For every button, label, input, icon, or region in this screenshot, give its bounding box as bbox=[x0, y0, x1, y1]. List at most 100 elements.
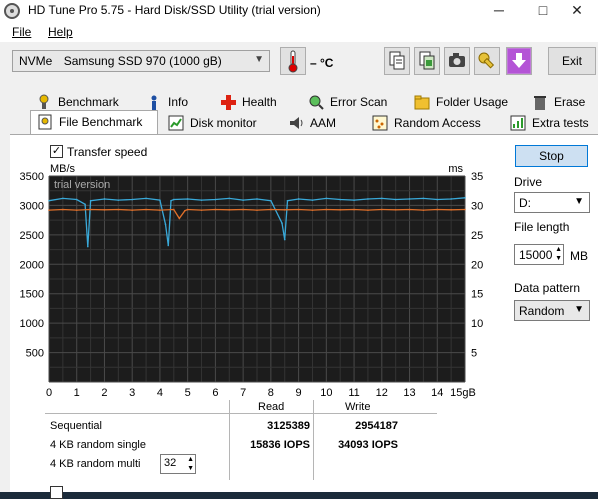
series-data-point bbox=[48, 199, 50, 202]
series-data-point bbox=[256, 198, 258, 200]
file-benchmark-icon bbox=[38, 114, 52, 130]
bottom-option-checkbox[interactable] bbox=[50, 486, 63, 499]
series-data-point bbox=[200, 209, 203, 211]
series-data-point bbox=[450, 198, 452, 200]
spin-arrows-icon[interactable]: ▲ ▼ bbox=[187, 455, 194, 473]
tab-extra-tests[interactable]: Extra tests bbox=[510, 113, 598, 133]
series-data-point bbox=[408, 208, 411, 211]
copy-screenshot-button[interactable] bbox=[414, 47, 440, 75]
series-data-point bbox=[62, 197, 64, 200]
rnd-single-write-value: 34093 IOPS bbox=[338, 439, 398, 451]
series-data-point bbox=[75, 209, 78, 211]
tab-disk-monitor-label: Disk monitor bbox=[190, 116, 257, 130]
menu-help[interactable]: Help bbox=[48, 25, 73, 39]
folder-icon bbox=[414, 95, 430, 110]
tab-info[interactable]: Info bbox=[146, 92, 216, 112]
file-length-unit: MB bbox=[570, 249, 588, 263]
tab-file-benchmark[interactable]: File Benchmark bbox=[30, 110, 158, 134]
minimize-button[interactable]: ─ bbox=[476, 0, 522, 22]
data-pattern-select[interactable]: Random ▼ bbox=[514, 300, 590, 321]
close-button[interactable]: ✕ bbox=[556, 0, 598, 22]
tab-benchmark-label: Benchmark bbox=[58, 95, 119, 109]
series-data-point bbox=[48, 209, 50, 211]
series-data-point bbox=[311, 209, 314, 211]
spin-arrows-icon[interactable]: ▲ ▼ bbox=[555, 245, 562, 263]
series-data-point bbox=[408, 198, 411, 200]
drive-value: D: bbox=[519, 196, 531, 210]
temperature-button[interactable] bbox=[280, 47, 306, 75]
series-data-point bbox=[159, 199, 161, 201]
series-data-point bbox=[214, 208, 217, 211]
series-data-point bbox=[422, 197, 425, 200]
queue-depth-spinbox[interactable]: 32 ▲ ▼ bbox=[160, 454, 196, 474]
tab-disk-monitor[interactable]: Disk monitor bbox=[168, 113, 268, 133]
device-select[interactable]: NVMe Samsung SSD 970 (1000 gB) ▼ bbox=[12, 50, 270, 72]
x-tick-label: 6 bbox=[212, 387, 218, 399]
series-data-point bbox=[450, 209, 452, 211]
menu-file[interactable]: File bbox=[12, 25, 31, 39]
series-data-point bbox=[311, 199, 314, 201]
series-data-point bbox=[145, 208, 147, 211]
drive-select[interactable]: D: ▼ bbox=[514, 192, 590, 213]
series-data-point bbox=[297, 208, 300, 211]
camera-icon bbox=[449, 53, 465, 67]
series-data-point bbox=[228, 209, 231, 211]
rnd-single-read-value: 15836 IOPS bbox=[250, 439, 310, 451]
series-data-point bbox=[214, 198, 217, 201]
save-button[interactable] bbox=[506, 47, 532, 75]
series-data-point bbox=[270, 208, 272, 211]
options-button[interactable] bbox=[474, 47, 500, 75]
exit-button[interactable]: Exit bbox=[548, 47, 596, 75]
device-type: NVMe bbox=[19, 54, 53, 68]
y-tick-left-label: 1000 bbox=[20, 318, 44, 330]
stop-button[interactable]: Stop bbox=[515, 145, 588, 167]
series-data-point bbox=[283, 209, 286, 211]
menu-file-label: File bbox=[12, 25, 32, 39]
chevron-down-icon: ▼ bbox=[574, 196, 584, 207]
series-data-point bbox=[381, 208, 383, 211]
series-data-point bbox=[242, 199, 244, 201]
tab-folder-usage[interactable]: Folder Usage bbox=[414, 92, 524, 112]
series-data-point bbox=[436, 208, 439, 211]
y-tick-left-label: 500 bbox=[26, 348, 44, 360]
row-label: Sequential bbox=[50, 420, 102, 432]
series-data-point bbox=[283, 238, 286, 241]
y-tick-right-label: 25 bbox=[471, 230, 483, 242]
y-tick-right-label: 35 bbox=[471, 171, 483, 183]
tab-folder-usage-label: Folder Usage bbox=[436, 95, 509, 109]
tab-aam[interactable]: AAM bbox=[288, 113, 354, 133]
series-data-point bbox=[164, 223, 167, 226]
x-tick-label: 14 bbox=[431, 387, 443, 399]
series-data-point bbox=[242, 208, 244, 211]
series-data-point bbox=[270, 199, 272, 202]
series-data-point bbox=[159, 209, 161, 211]
tab-random-access[interactable]: Random Access bbox=[372, 113, 492, 133]
transfer-speed-checkbox[interactable]: ✓ bbox=[50, 145, 63, 158]
tab-health[interactable]: Health bbox=[220, 92, 300, 112]
y-axis-right-label: ms bbox=[448, 163, 463, 175]
series-data-point bbox=[339, 209, 342, 211]
file-length-value: 15000 bbox=[519, 248, 553, 262]
y-tick-right-label: 30 bbox=[471, 200, 483, 212]
title-bar: HD Tune Pro 5.75 - Hard Disk/SSD Utility… bbox=[0, 0, 598, 22]
tab-erase[interactable]: Erase bbox=[532, 92, 598, 112]
row-label: 4 KB random single bbox=[50, 439, 146, 451]
series-data-point bbox=[186, 208, 189, 211]
tab-benchmark[interactable]: Benchmark bbox=[36, 92, 136, 112]
y-tick-left-label: 2000 bbox=[20, 259, 44, 271]
chevron-down-icon: ▼ bbox=[574, 304, 584, 315]
tab-health-label: Health bbox=[242, 95, 277, 109]
tab-error-scan[interactable]: Error Scan bbox=[308, 92, 402, 112]
file-length-label: File length bbox=[514, 220, 570, 234]
file-length-spinbox[interactable]: 15000 ▲ ▼ bbox=[514, 244, 564, 265]
divider bbox=[229, 400, 230, 480]
series-data-point bbox=[281, 222, 283, 224]
seq-write-value: 2954187 bbox=[355, 420, 398, 432]
seq-read-value: 3125389 bbox=[267, 420, 310, 432]
drive-label: Drive bbox=[514, 175, 543, 189]
x-tick-label: 9 bbox=[296, 387, 302, 399]
copy-text-button[interactable] bbox=[384, 47, 410, 75]
tab-info-label: Info bbox=[168, 95, 189, 109]
series-data-point bbox=[353, 208, 355, 211]
screenshot-button[interactable] bbox=[444, 47, 470, 75]
